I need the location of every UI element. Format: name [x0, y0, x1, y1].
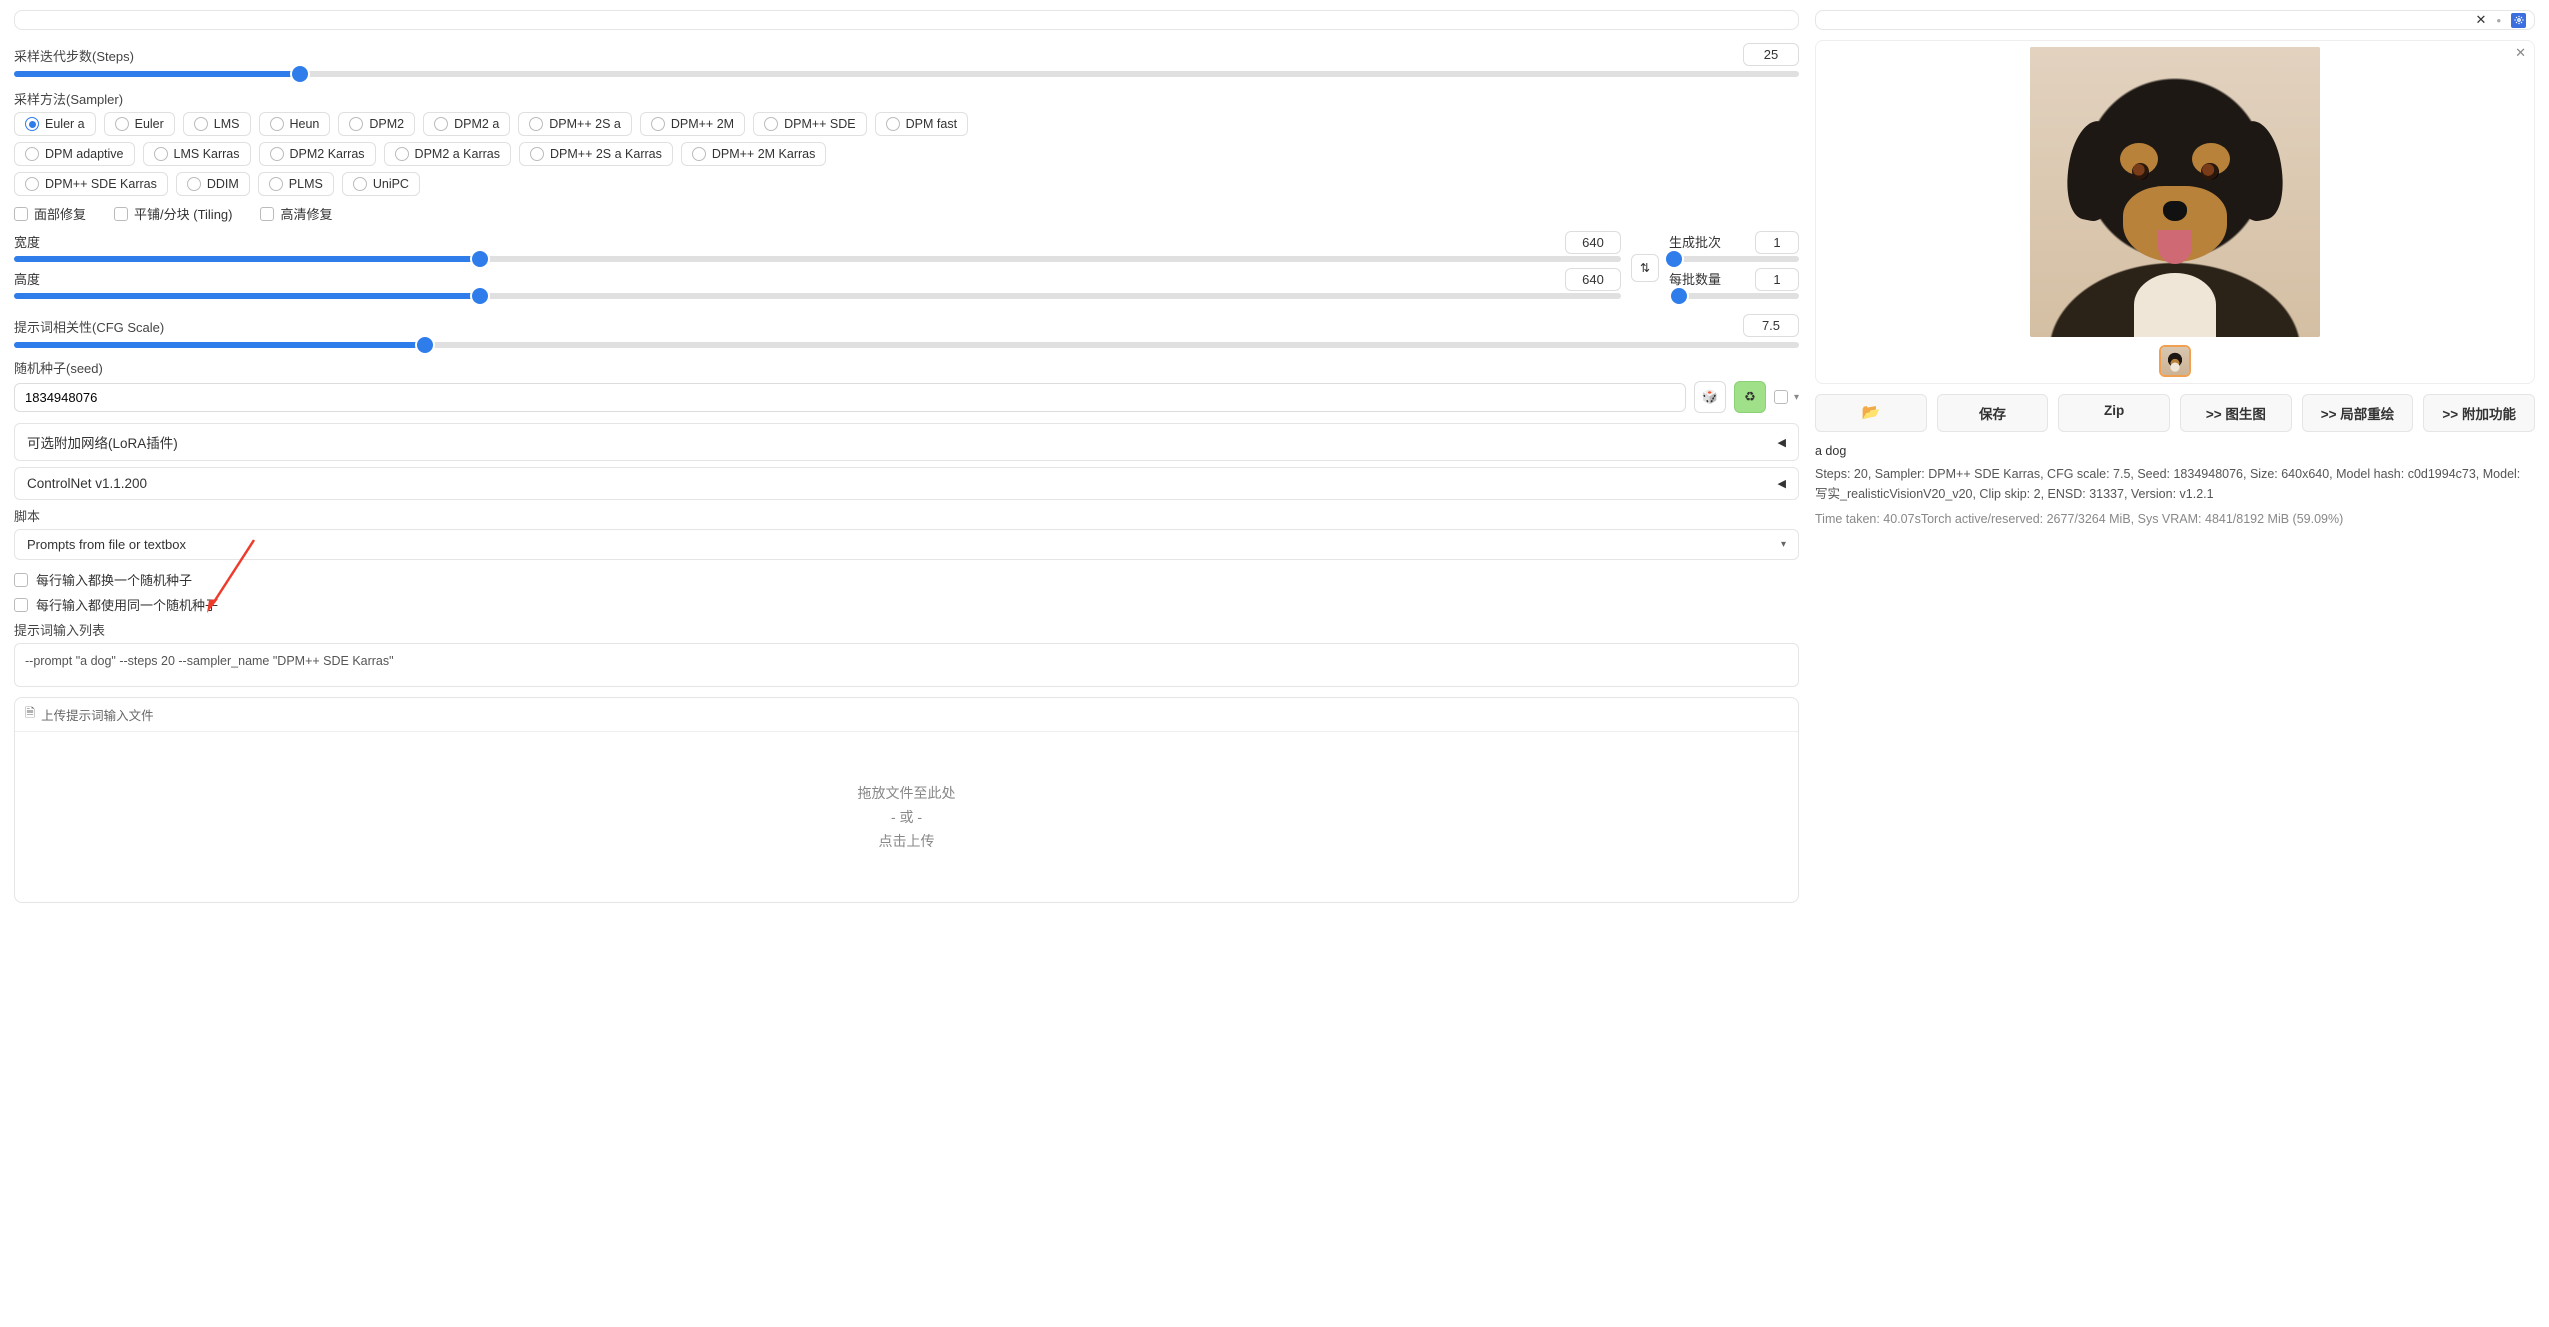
sampler-row-2: DPM adaptive LMS Karras DPM2 Karras DPM2… — [14, 142, 1799, 166]
output-thumbnail[interactable] — [2159, 345, 2191, 377]
batch-count-slider[interactable] — [1669, 256, 1799, 262]
sampler-option[interactable]: DDIM — [176, 172, 250, 196]
top-right-controls: ✕ • — [1815, 10, 2535, 30]
seed-random-button[interactable]: 🎲 — [1694, 381, 1726, 413]
sampler-row-1: Euler a Euler LMS Heun DPM2 DPM2 a DPM++… — [14, 112, 1799, 136]
height-value[interactable]: 640 — [1565, 268, 1621, 291]
sampler-option[interactable]: DPM2 — [338, 112, 415, 136]
save-button[interactable]: 保存 — [1937, 394, 2049, 432]
prompt-list-label: 提示词输入列表 — [14, 620, 1799, 639]
sampler-option[interactable]: DPM++ 2S a — [518, 112, 632, 136]
dot-icon: • — [2496, 13, 2501, 28]
seed-label: 随机种子(seed) — [14, 358, 1799, 377]
accordion-controlnet[interactable]: ControlNet v1.1.200 ◀ — [14, 467, 1799, 500]
output-image[interactable] — [2030, 47, 2320, 337]
sampler-option[interactable]: UniPC — [342, 172, 420, 196]
swap-dimensions-button[interactable]: ⇅ — [1631, 254, 1659, 282]
sampler-option[interactable]: Euler — [104, 112, 175, 136]
sampler-option[interactable]: PLMS — [258, 172, 334, 196]
triangle-left-icon: ◀ — [1778, 436, 1786, 449]
upload-drop-zone[interactable]: 拖放文件至此处 - 或 - 点击上传 — [15, 732, 1798, 902]
check-random-seed-per-line[interactable]: 每行输入都换一个随机种子 — [14, 570, 1799, 589]
file-icon: 🗎 — [25, 704, 35, 725]
width-label: 宽度 — [14, 232, 40, 251]
sampler-option[interactable]: DPM fast — [875, 112, 968, 136]
sampler-option[interactable]: DPM2 a — [423, 112, 510, 136]
output-prompt-text: a dog — [1815, 442, 2535, 461]
batch-count-value[interactable]: 1 — [1755, 231, 1799, 254]
sampler-row-3: DPM++ SDE Karras DDIM PLMS UniPC — [14, 172, 1799, 196]
prompt-box-placeholder[interactable] — [14, 10, 1799, 30]
sampler-option[interactable]: DPM++ SDE Karras — [14, 172, 168, 196]
caret-down-icon: ▾ — [1794, 392, 1799, 403]
sampler-option[interactable]: DPM++ 2S a Karras — [519, 142, 673, 166]
steps-label: 采样迭代步数(Steps) — [14, 46, 134, 65]
script-select[interactable]: Prompts from file or textbox ▾ — [14, 529, 1799, 560]
send-img2img-button[interactable]: >> 图生图 — [2180, 394, 2292, 432]
send-inpaint-button[interactable]: >> 局部重绘 — [2302, 394, 2414, 432]
send-extras-button[interactable]: >> 附加功能 — [2423, 394, 2535, 432]
accordion-lora[interactable]: 可选附加网络(LoRA插件) ◀ — [14, 423, 1799, 461]
height-slider[interactable] — [14, 293, 1621, 299]
width-value[interactable]: 640 — [1565, 231, 1621, 254]
steps-value[interactable]: 25 — [1743, 43, 1799, 66]
seed-input[interactable] — [14, 383, 1686, 412]
zip-button[interactable]: Zip — [2058, 394, 2170, 432]
batch-size-slider[interactable] — [1669, 293, 1799, 299]
sampler-option[interactable]: LMS — [183, 112, 251, 136]
swap-icon: ⇅ — [1640, 261, 1650, 275]
script-label: 脚本 — [14, 506, 1799, 525]
batch-size-value[interactable]: 1 — [1755, 268, 1799, 291]
sampler-option[interactable]: LMS Karras — [143, 142, 251, 166]
seed-extra-toggle[interactable]: ▾ — [1774, 390, 1799, 404]
sampler-option[interactable]: DPM adaptive — [14, 142, 135, 166]
check-face-restore[interactable]: 面部修复 — [14, 204, 86, 223]
sampler-option[interactable]: Euler a — [14, 112, 96, 136]
sampler-option[interactable]: DPM++ 2M — [640, 112, 745, 136]
sampler-option[interactable]: Heun — [259, 112, 331, 136]
check-hires-fix[interactable]: 高清修复 — [260, 204, 332, 223]
sampler-option[interactable]: DPM++ 2M Karras — [681, 142, 827, 166]
prompt-list-textarea[interactable]: --prompt "a dog" --steps 20 --sampler_na… — [14, 643, 1799, 687]
output-meta-text: Steps: 20, Sampler: DPM++ SDE Karras, CF… — [1815, 465, 2535, 504]
height-label: 高度 — [14, 269, 40, 288]
seed-reuse-button[interactable]: ♻ — [1734, 381, 1766, 413]
cfg-label: 提示词相关性(CFG Scale) — [14, 317, 164, 336]
steps-slider[interactable] — [14, 71, 1799, 77]
sampler-option[interactable]: DPM2 a Karras — [384, 142, 511, 166]
check-same-seed-per-line[interactable]: 每行输入都使用同一个随机种子 — [14, 595, 1799, 614]
recycle-icon: ♻ — [1744, 389, 1756, 405]
close-icon[interactable]: ✕ — [2515, 45, 2526, 61]
settings-icon[interactable] — [2511, 13, 2526, 28]
triangle-left-icon: ◀ — [1778, 477, 1786, 490]
output-image-panel: ✕ — [1815, 40, 2535, 384]
batch-count-label: 生成批次 — [1669, 232, 1721, 251]
generation-info: a dog Steps: 20, Sampler: DPM++ SDE Karr… — [1815, 442, 2535, 530]
caret-down-icon: ▾ — [1781, 539, 1786, 550]
open-folder-button[interactable]: 📂 — [1815, 394, 1927, 432]
sampler-option[interactable]: DPM++ SDE — [753, 112, 867, 136]
dice-icon: 🎲 — [1702, 389, 1718, 405]
output-timing-text: Time taken: 40.07sTorch active/reserved:… — [1815, 510, 2535, 529]
upload-file-tab[interactable]: 🗎 上传提示词输入文件 — [15, 698, 1798, 732]
cfg-slider[interactable] — [14, 342, 1799, 348]
batch-size-label: 每批数量 — [1669, 269, 1721, 288]
cfg-value[interactable]: 7.5 — [1743, 314, 1799, 337]
folder-icon: 📂 — [1861, 404, 1880, 421]
sampler-label: 采样方法(Sampler) — [14, 89, 1799, 108]
close-icon[interactable]: ✕ — [2476, 12, 2487, 28]
sampler-option[interactable]: DPM2 Karras — [259, 142, 376, 166]
check-tiling[interactable]: 平铺/分块 (Tiling) — [114, 204, 232, 223]
width-slider[interactable] — [14, 256, 1621, 262]
